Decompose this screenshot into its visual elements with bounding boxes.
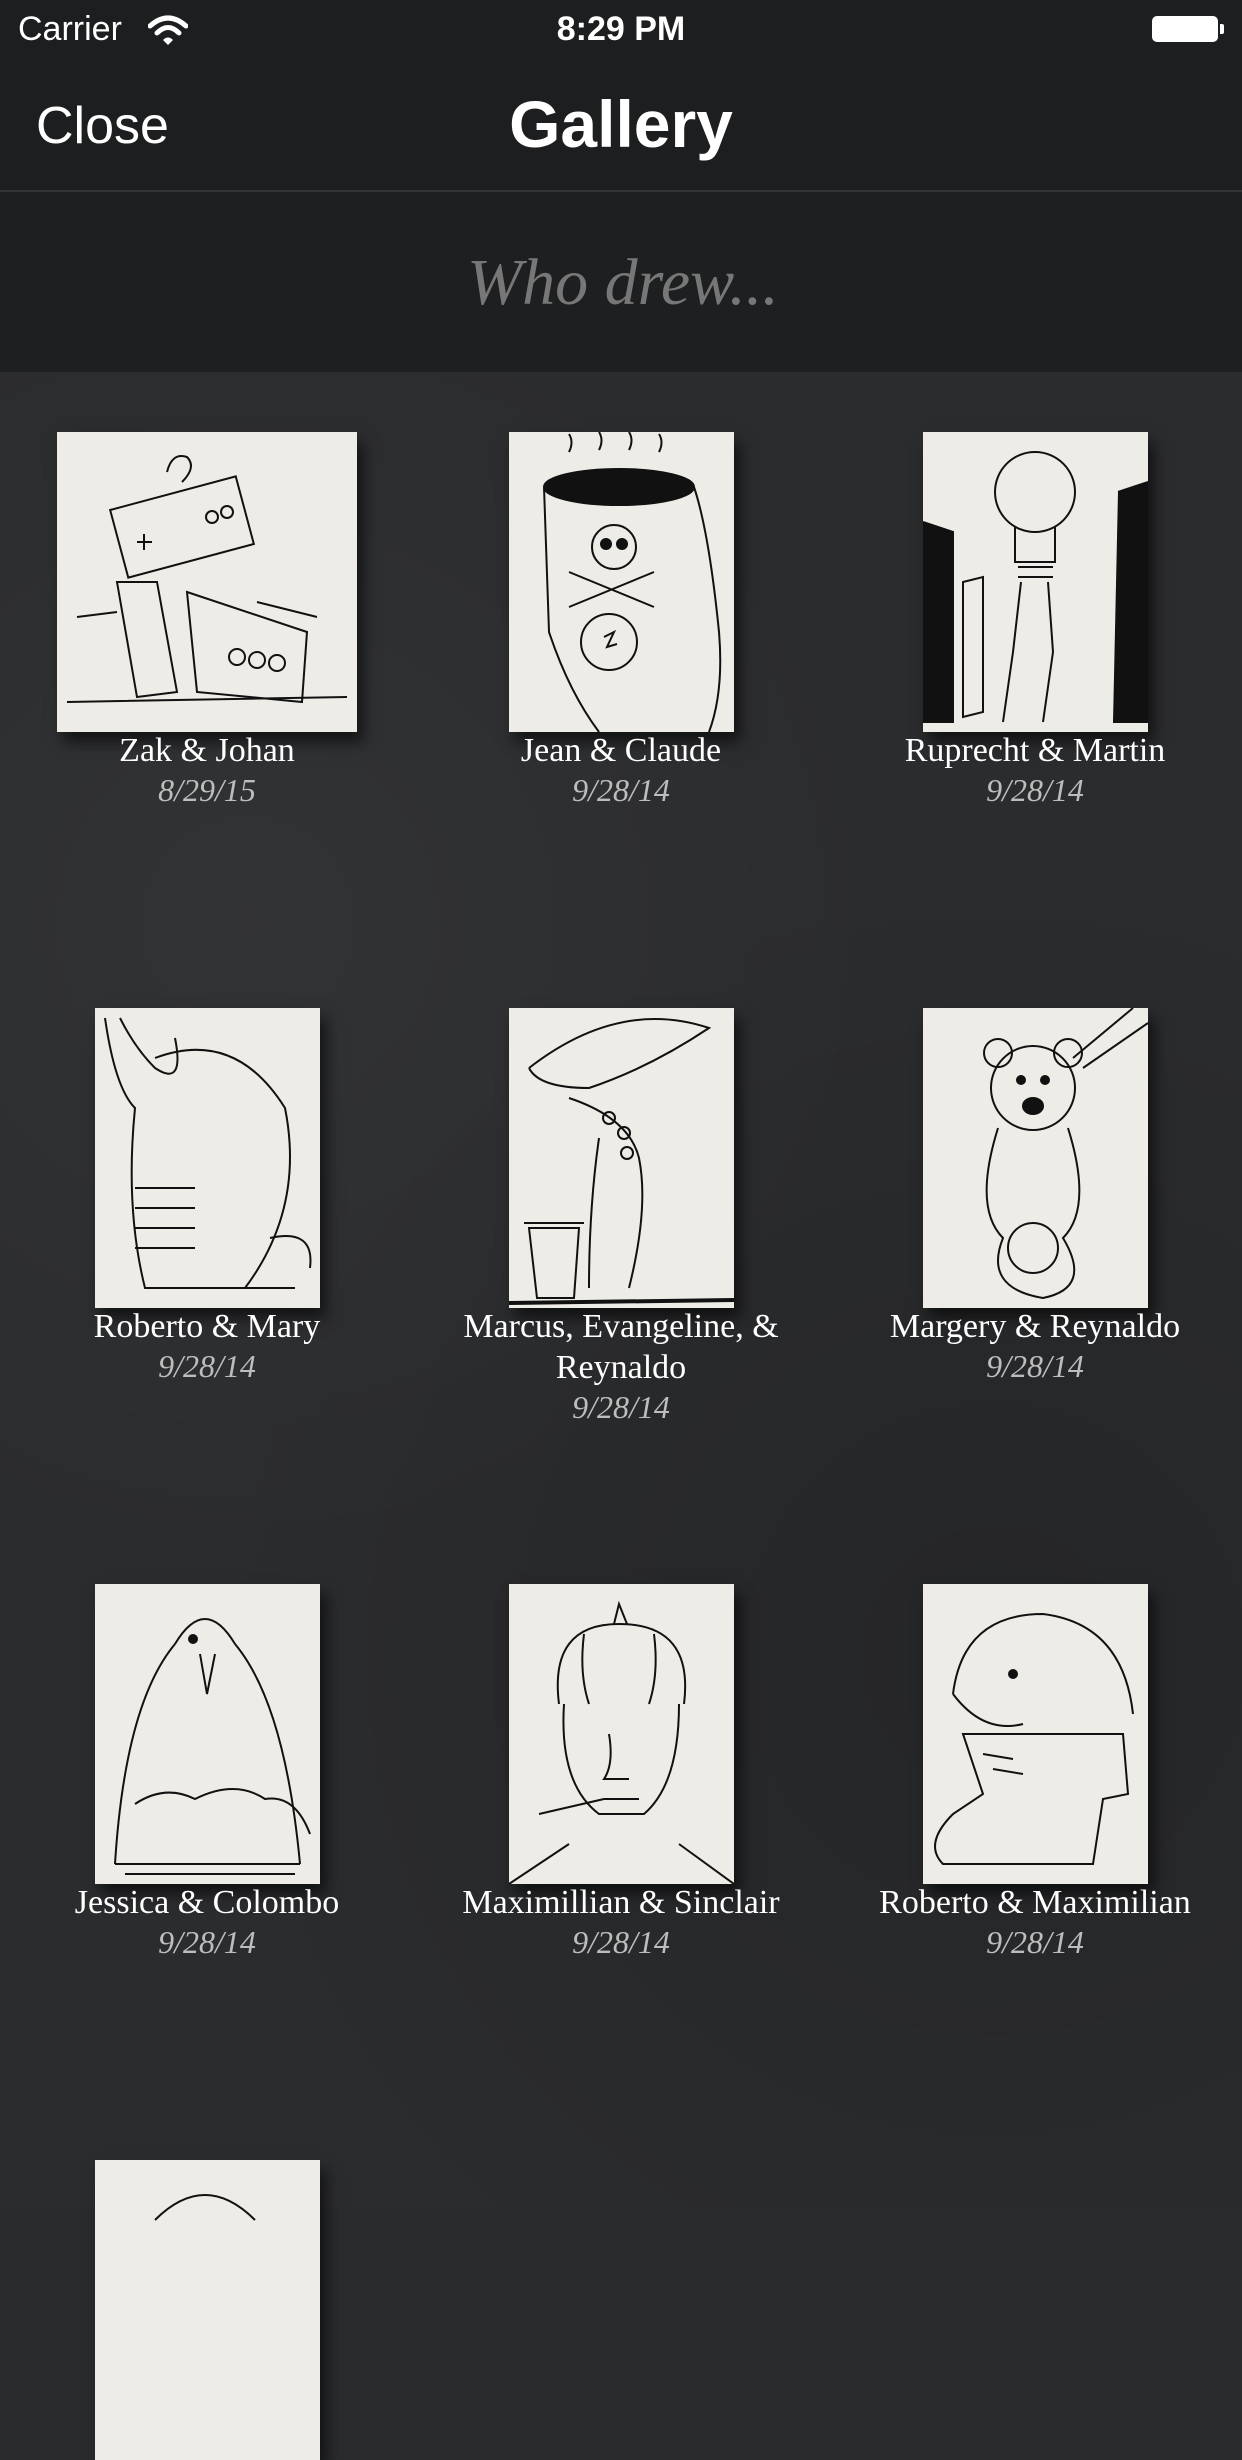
gallery-item[interactable]: Ruprecht & Martin 9/28/14	[828, 372, 1242, 948]
gallery-item-date: 9/28/14	[158, 1924, 256, 1960]
animal-boot-drawing	[923, 1584, 1148, 1884]
gallery-item-names: Roberto & Mary	[93, 1308, 321, 1345]
gallery-item[interactable]: Jessica & Colombo 9/28/14	[0, 1524, 414, 2100]
gallery-item-names: Roberto & Maximilian	[879, 1884, 1191, 1921]
battery-tip	[1220, 24, 1224, 34]
search-input[interactable]	[0, 192, 1242, 374]
gallery-grid: Zak & Johan 8/29/15 Jean & Claude 9/28/1…	[0, 372, 1242, 2460]
lightbulb-figure-drawing	[923, 432, 1148, 732]
gallery-item-names: Jean & Claude	[520, 732, 722, 769]
partial-drawing	[95, 2160, 320, 2460]
gallery-item[interactable]: Margery & Reynaldo 9/28/14	[828, 948, 1242, 1524]
coffee-cup-monster-drawing	[509, 432, 734, 732]
gallery-item-names: Marcus, Evangeline, & Reynaldo	[463, 1308, 779, 1386]
status-bar: Carrier 8:29 PM	[0, 0, 1242, 62]
gallery-item[interactable]: Roberto & Maximilian 9/28/14	[828, 1524, 1242, 2100]
gallery-item-names: Ruprecht & Martin	[904, 732, 1166, 769]
octopus-trashcan-drawing	[509, 1008, 734, 1308]
gallery-item[interactable]: Zak & Johan 8/29/15	[0, 372, 414, 948]
gallery-item-names: Zak & Johan	[119, 732, 295, 769]
elephant-drawing	[95, 1008, 320, 1308]
gallery-item-names: Margery & Reynaldo	[889, 1308, 1181, 1345]
search-bar	[0, 192, 1242, 374]
gallery-item-date: 9/28/14	[572, 772, 670, 808]
penguin-drawing	[95, 1584, 320, 1884]
teddy-bear-drawing	[923, 1008, 1148, 1308]
robot-tank-drawing	[57, 432, 357, 732]
gallery-item-date: 9/28/14	[158, 1348, 256, 1384]
gallery-item[interactable]: Maximillian & Sinclair 9/28/14	[414, 1524, 828, 2100]
gallery-item-names: Jessica & Colombo	[74, 1884, 340, 1921]
gallery-item-names: Maximillian & Sinclair	[462, 1884, 780, 1921]
battery-icon	[1152, 16, 1218, 42]
navigation-bar: Close Gallery	[0, 62, 1242, 192]
gallery-item-date: 9/28/14	[986, 1924, 1084, 1960]
gallery-item[interactable]: Roberto & Mary 9/28/14	[0, 948, 414, 1524]
gallery-item-date: 8/29/15	[158, 772, 256, 808]
gallery-item[interactable]: Marcus, Evangeline, & Reynaldo 9/28/14	[414, 948, 828, 1524]
gallery-item-date: 9/28/14	[986, 1348, 1084, 1384]
gallery-item-date: 9/28/14	[572, 1924, 670, 1960]
gallery-item-date: 9/28/14	[572, 1389, 670, 1425]
pumpkin-head-drawing	[509, 1584, 734, 1884]
clock: 8:29 PM	[556, 10, 686, 48]
gallery-item[interactable]: Jean & Claude 9/28/14	[414, 372, 828, 948]
gallery-item-date: 9/28/14	[986, 772, 1084, 808]
gallery-item[interactable]	[0, 2100, 414, 2460]
page-title: Gallery	[509, 87, 733, 161]
